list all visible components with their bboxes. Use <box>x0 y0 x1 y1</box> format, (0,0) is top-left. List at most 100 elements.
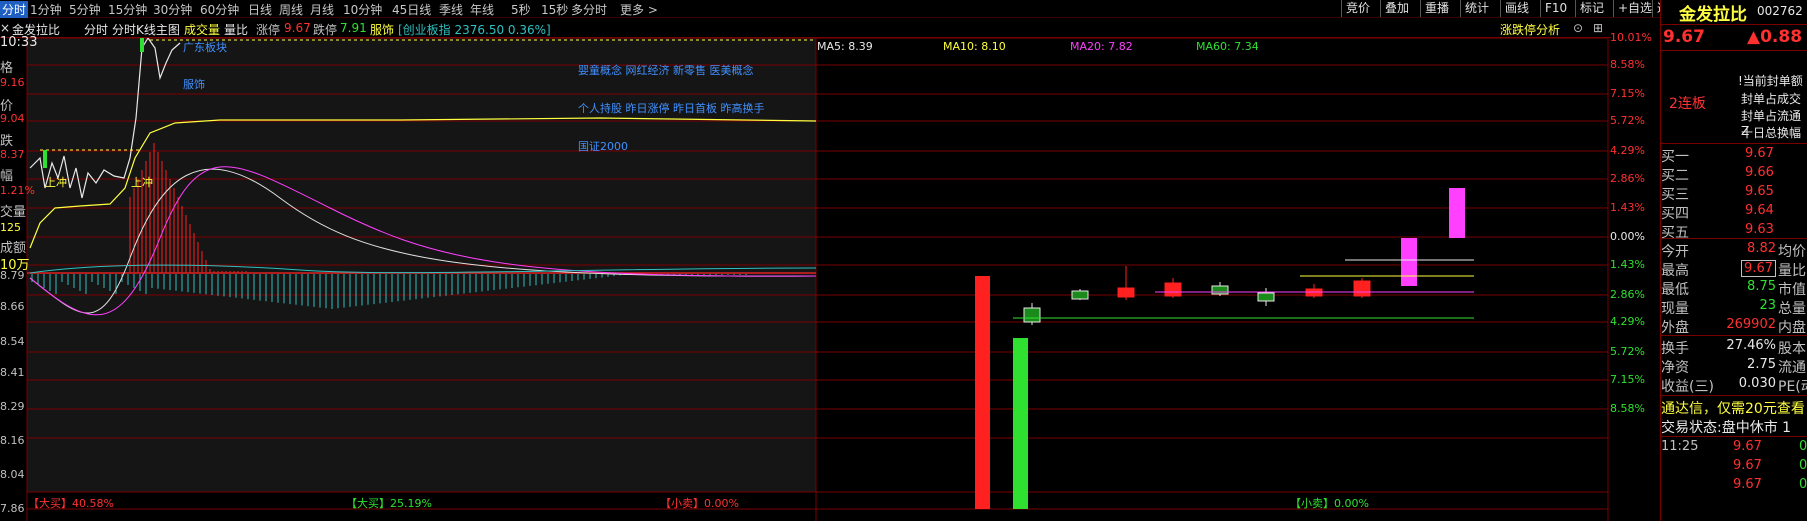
bid-price: 9.67 <box>1745 146 1774 161</box>
candle-body <box>1211 285 1229 295</box>
period-tab-11[interactable]: 季线 <box>439 1 463 18</box>
ma20-label: MA20: 7.82 <box>1070 40 1133 53</box>
limit-up-value: 9.67 <box>284 21 311 35</box>
promo-link[interactable]: 通达信，仅需20元查看 <box>1661 398 1805 418</box>
period-tab-16[interactable]: 更多 > <box>620 1 658 18</box>
toolbar-button-5[interactable]: F10 <box>1540 0 1571 17</box>
period-tab-10[interactable]: 45日线 <box>392 1 431 18</box>
small-sell-key: 【小卖】 <box>660 497 704 510</box>
period-tab-6[interactable]: 日线 <box>248 1 272 18</box>
stat2-label-2: PE(动 <box>1778 379 1807 395</box>
toolbar-button-2[interactable]: 重播 <box>1420 0 1453 17</box>
limit-analysis-button[interactable]: 涨跌停分析 <box>1500 21 1560 38</box>
stat-label: 最低 <box>1661 282 1689 298</box>
stat-label: 今开 <box>1661 244 1689 260</box>
left-label-4: 交量 <box>0 205 27 220</box>
big-buy-2-value: 25.19% <box>390 497 432 510</box>
bid-price: 9.64 <box>1745 203 1774 218</box>
tab-intraday-kline[interactable]: 分时K线主图 <box>112 21 180 38</box>
bid-label: 买三 <box>1661 187 1689 203</box>
toolbar-button-6[interactable]: 标记 <box>1575 0 1608 17</box>
period-tab-8[interactable]: 月线 <box>310 1 334 18</box>
stat-value: 23 <box>1759 298 1776 313</box>
bid-row[interactable]: 买四 9.64 <box>1661 202 1807 222</box>
toolbar-button-7[interactable]: +自选 <box>1613 0 1656 17</box>
ma5-label: MA5: 8.39 <box>817 40 873 53</box>
stat2-label-2: 流通 <box>1778 360 1806 376</box>
stat-label: 现量 <box>1661 301 1689 317</box>
right-axis-label-12: 7.15% <box>1610 373 1645 386</box>
green-tick <box>43 150 47 168</box>
toolbar-button-0[interactable]: 竞价 <box>1341 0 1374 17</box>
right-axis-label-13: 8.58% <box>1610 402 1645 415</box>
left-label-2: 跌 <box>0 134 14 149</box>
stat-value: 269902 <box>1726 317 1776 332</box>
period-tab-5[interactable]: 60分钟 <box>200 1 239 18</box>
concepts-line-1: 婴童概念 网红经济 新零售 医美概念 <box>578 64 754 77</box>
limit-down-label: 跌停 <box>313 23 338 37</box>
tick-extra: 0 <box>1799 458 1807 473</box>
period-tab-15[interactable]: 多分时 <box>571 1 607 18</box>
indicator-volume[interactable]: 成交量 <box>184 21 220 38</box>
stat2-row: 换手 27.46% 股本 <box>1661 337 1807 357</box>
right-axis-label-7: 0.00% <box>1610 230 1645 243</box>
stat2-value: 2.75 <box>1747 357 1776 372</box>
period-tab-2[interactable]: 5分钟 <box>69 1 101 18</box>
bid-row[interactable]: 买二 9.66 <box>1661 164 1807 184</box>
close-icon[interactable]: × <box>0 21 10 35</box>
sector-name[interactable]: 服饰 <box>370 21 394 38</box>
quote-price: 9.67 <box>1663 27 1705 47</box>
chart-header: × 金发拉比 分时 分时K线主图 成交量 量比 涨停 9.67 跌停 7.91 … <box>0 19 1611 38</box>
trade-status: 交易状态:盘中休市 1 <box>1661 420 1792 436</box>
ma60-value: 7.34 <box>1234 40 1259 53</box>
divider <box>1661 395 1807 396</box>
big-buy-key: 【大买】 <box>28 497 72 510</box>
period-tab-7[interactable]: 周线 <box>279 1 303 18</box>
stat2-label: 换手 <box>1661 341 1689 357</box>
big-buy-2-label: 【大买】25.19% <box>346 495 432 511</box>
ma10-label: MA10: 8.10 <box>943 40 1006 53</box>
limit-up-candle <box>1449 188 1465 238</box>
right-axis-label-5: 2.86% <box>1610 172 1645 185</box>
bid-row[interactable]: 买三 9.65 <box>1661 183 1807 203</box>
big-buy-value: 40.58% <box>72 497 114 510</box>
period-tab-4[interactable]: 30分钟 <box>153 1 192 18</box>
period-tab-14[interactable]: 15秒 <box>541 1 568 18</box>
stat-row: 现量 23 总量 <box>1661 297 1807 317</box>
left-axis-4: 8.29 <box>0 400 25 413</box>
right-axis-label-9: 2.86% <box>1610 288 1645 301</box>
candle-body <box>1117 287 1135 298</box>
small-sell-value: 0.00% <box>704 497 739 510</box>
period-tab-12[interactable]: 年线 <box>470 1 494 18</box>
toolbar-button-4[interactable]: 画线 <box>1500 0 1533 17</box>
period-tab-13[interactable]: 5秒 <box>511 1 531 18</box>
left-price-1: 9.04 <box>0 112 25 125</box>
small-sell-2-key: 【小卖】 <box>1290 497 1334 510</box>
right-axis-label-11: 5.72% <box>1610 345 1645 358</box>
stat-row: 外盘 269902 内盘 <box>1661 316 1807 336</box>
toolbar-button-1[interactable]: 叠加 <box>1380 0 1413 17</box>
stat-label-2: 总量 <box>1778 301 1806 317</box>
ma20-value: 7.82 <box>1108 40 1133 53</box>
expand-icon[interactable]: ⊞ <box>1593 21 1603 35</box>
left-axis-0: 8.79 <box>0 269 25 282</box>
circle-icon[interactable]: ⊙ <box>1573 21 1583 35</box>
toolbar-button-3[interactable]: 统计 <box>1460 0 1493 17</box>
left-label-3: 幅 <box>0 169 14 184</box>
up-tag-2: 上冲 <box>131 176 153 189</box>
candle-body <box>1071 290 1089 300</box>
candle-body <box>1164 282 1182 297</box>
period-tab-3[interactable]: 15分钟 <box>108 1 147 18</box>
period-tab-9[interactable]: 10分钟 <box>343 1 382 18</box>
stat-row: 最高 9.67 量比 <box>1661 259 1807 279</box>
up-tag-1: 上冲 <box>45 176 67 189</box>
left-axis-5: 8.16 <box>0 434 25 447</box>
period-tab-1[interactable]: 1分钟 <box>30 1 62 18</box>
small-sell-2-value: 0.00% <box>1334 497 1369 510</box>
period-tab-0[interactable]: 分时 <box>0 1 29 18</box>
tab-intraday[interactable]: 分时 <box>84 21 108 38</box>
quote-stock-code: 002762 <box>1757 4 1803 18</box>
seal-info-0: !当前封单额 <box>1738 74 1803 88</box>
bid-row[interactable]: 买一 9.67 <box>1661 145 1807 165</box>
indicator-volume-ratio[interactable]: 量比 <box>224 21 248 38</box>
